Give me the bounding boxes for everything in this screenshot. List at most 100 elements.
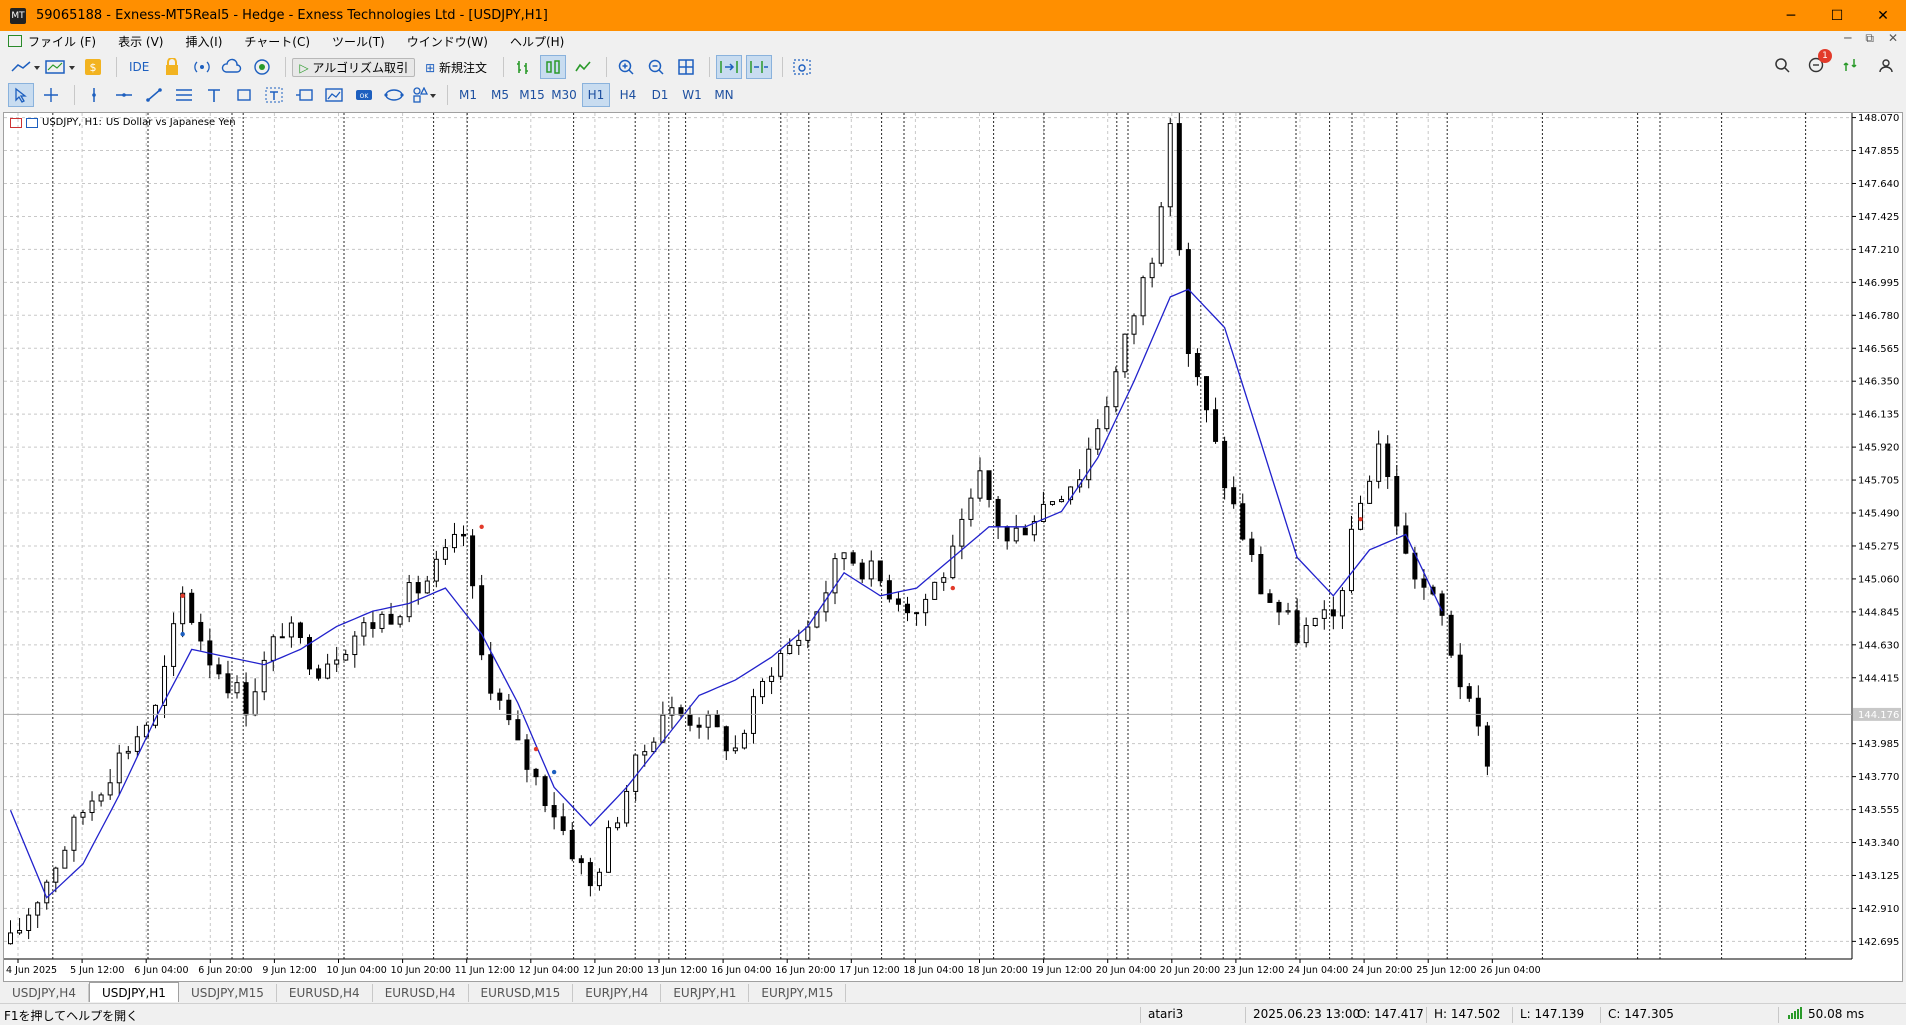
candle	[297, 621, 303, 644]
timeframe-h1[interactable]: H1	[582, 83, 610, 107]
templates-icon[interactable]	[44, 55, 76, 79]
connection-icon[interactable]	[1842, 57, 1860, 77]
ellipse-icon[interactable]	[381, 83, 407, 107]
candle-body	[424, 580, 430, 594]
trend-line-icon[interactable]	[141, 83, 167, 107]
rectangle-icon[interactable]	[231, 83, 257, 107]
y-tick-label: 144.415	[1858, 673, 1899, 684]
candle	[406, 574, 412, 623]
candle-body	[868, 560, 874, 580]
zoom-in-icon[interactable]	[613, 55, 639, 79]
timeframe-m15[interactable]: M15	[518, 83, 546, 107]
chart-tab[interactable]: USDJPY,H1	[88, 982, 179, 1002]
x-tick-label: 13 Jun 12:00	[647, 965, 707, 976]
vps-icon[interactable]	[249, 55, 275, 79]
algo-trading-button[interactable]: ▷ アルゴリズム取引	[292, 55, 416, 79]
price-label-icon[interactable]	[291, 83, 317, 107]
candle	[397, 614, 403, 628]
tile-windows-icon[interactable]	[673, 55, 699, 79]
chart-tab[interactable]: EURJPY,H1	[661, 984, 750, 1002]
x-tick-label: 17 Jun 12:00	[839, 965, 899, 976]
timeframe-mn[interactable]: MN	[710, 83, 738, 107]
channel-icon[interactable]	[171, 83, 197, 107]
mdi-minimize-button[interactable]: ─	[1844, 31, 1851, 46]
y-tick-label: 145.490	[1858, 509, 1899, 520]
profile-icon[interactable]	[1878, 57, 1894, 77]
crosshair-icon[interactable]	[38, 83, 64, 107]
chart-tab[interactable]: EURUSD,M15	[469, 984, 574, 1002]
candle	[8, 920, 13, 945]
candlestick-icon[interactable]	[539, 55, 566, 79]
candle	[1303, 617, 1309, 648]
mdi-restore-button[interactable]: ⧉	[1865, 31, 1874, 46]
screenshot-icon[interactable]	[789, 55, 815, 79]
lock-icon[interactable]	[159, 55, 185, 79]
cloud-icon[interactable]	[219, 55, 245, 79]
candle	[80, 809, 86, 825]
zoom-out-icon[interactable]	[643, 55, 669, 79]
horizontal-line-icon[interactable]	[111, 83, 137, 107]
candle	[1330, 596, 1336, 630]
ide-button[interactable]: IDE	[123, 55, 155, 79]
candle	[1231, 476, 1237, 509]
chart-tab[interactable]: USDJPY,H4	[0, 984, 89, 1002]
chart-tab[interactable]: EURUSD,H4	[373, 984, 469, 1002]
text-label-icon[interactable]	[261, 83, 287, 107]
chart-type-icon[interactable]	[10, 55, 40, 79]
cursor-icon[interactable]	[8, 83, 34, 107]
close-button[interactable]: ✕	[1860, 0, 1906, 31]
y-tick-label: 146.350	[1858, 377, 1899, 388]
candle-body	[8, 932, 13, 945]
menu-window[interactable]: ウインドウ(W)	[407, 33, 488, 50]
candle	[26, 908, 32, 940]
trade-marker	[551, 769, 557, 775]
menu-tools[interactable]: ツール(T)	[332, 33, 385, 50]
menu-file[interactable]: ファイル (F)	[28, 33, 96, 50]
notifications-icon[interactable]: 1	[1808, 49, 1832, 77]
image-icon[interactable]	[321, 83, 347, 107]
menu-chart[interactable]: チャート(C)	[244, 33, 310, 50]
chart-tab[interactable]: EURJPY,M15	[749, 984, 847, 1002]
minimize-button[interactable]: ─	[1768, 0, 1814, 31]
timeframe-w1[interactable]: W1	[678, 83, 706, 107]
search-icon[interactable]	[1774, 57, 1790, 77]
signal-icon[interactable]	[189, 55, 215, 79]
bar-chart-icon[interactable]	[510, 55, 536, 79]
x-tick-label: 20 Jun 04:00	[1096, 965, 1156, 976]
timeframe-m5[interactable]: M5	[486, 83, 514, 107]
mdi-close-button[interactable]: ✕	[1888, 31, 1898, 46]
timeframe-d1[interactable]: D1	[646, 83, 674, 107]
maximize-button[interactable]: ☐	[1814, 0, 1860, 31]
candle-body	[234, 682, 240, 694]
candle	[941, 572, 947, 591]
candle	[1140, 275, 1146, 326]
timeframe-h4[interactable]: H4	[614, 83, 642, 107]
auto-scroll-icon[interactable]	[715, 55, 742, 79]
text-icon[interactable]	[201, 83, 227, 107]
candle-body	[1231, 487, 1237, 505]
candle	[669, 696, 675, 729]
timeframe-m1[interactable]: M1	[454, 83, 482, 107]
vertical-line-icon[interactable]	[81, 83, 107, 107]
chart-shift-icon[interactable]	[745, 55, 772, 79]
shapes-icon[interactable]	[411, 83, 437, 107]
new-order-button[interactable]: ⊞ 新規注文	[419, 55, 493, 79]
candle-body	[895, 598, 901, 605]
menu-insert[interactable]: 挿入(I)	[185, 33, 222, 50]
candle	[1185, 242, 1191, 367]
chart-window-icon[interactable]	[8, 35, 22, 47]
candle-body	[288, 622, 294, 638]
menu-help[interactable]: ヘルプ(H)	[510, 33, 564, 50]
candle	[1131, 313, 1137, 345]
line-chart-icon[interactable]	[570, 55, 596, 79]
candle	[778, 649, 784, 681]
chart-area[interactable]: 148.070 147.855 147.640 147.425 147.210 146.9…	[3, 112, 1903, 982]
chart-tab[interactable]: USDJPY,M15	[179, 984, 277, 1002]
chart-tab[interactable]: EURUSD,H4	[277, 984, 373, 1002]
menu-view[interactable]: 表示 (V)	[118, 33, 163, 50]
button-object-icon[interactable]: OK	[351, 83, 377, 107]
timeframe-m30[interactable]: M30	[550, 83, 578, 107]
dollar-icon[interactable]: $	[80, 55, 106, 79]
price-chart[interactable]: 148.070 147.855 147.640 147.425 147.210 146.9…	[4, 113, 1902, 981]
chart-tab[interactable]: EURJPY,H4	[573, 984, 662, 1002]
